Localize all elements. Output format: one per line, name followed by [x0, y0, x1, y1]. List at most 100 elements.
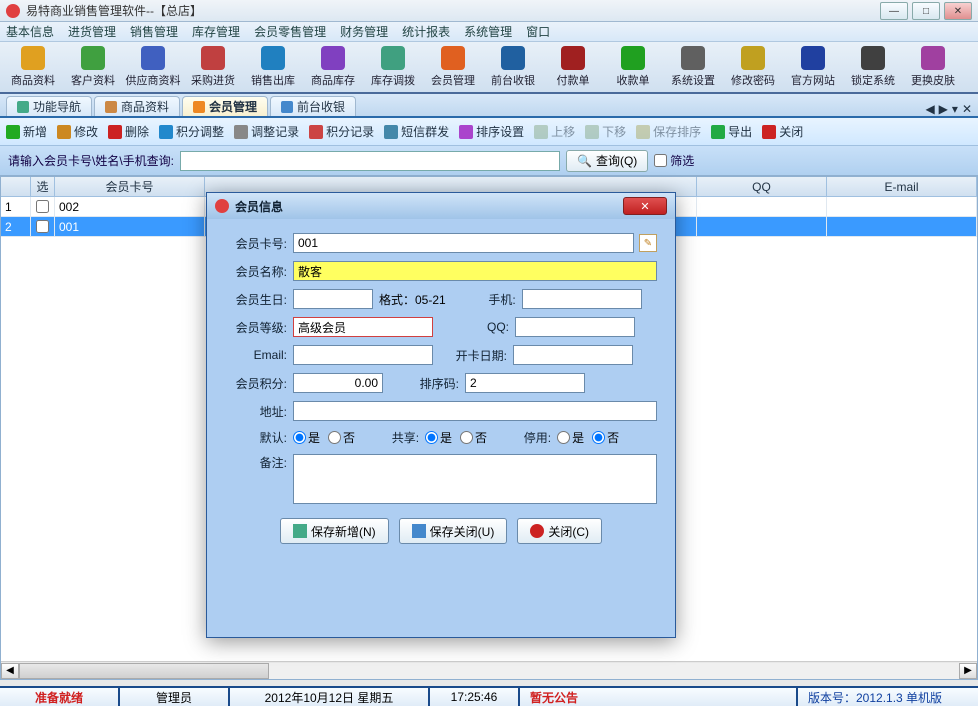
action-points-log[interactable]: 积分记录 [309, 123, 374, 140]
radio-share-yes[interactable] [425, 431, 438, 444]
tab-close-all[interactable]: ✕ [962, 102, 972, 116]
menu-member-retail[interactable]: 会员零售管理 [254, 23, 326, 40]
input-qq[interactable] [515, 317, 635, 337]
input-phone[interactable] [522, 289, 642, 309]
action-move-up[interactable]: 上移 [534, 123, 575, 140]
dialog-close-button[interactable]: ✕ [623, 197, 667, 215]
action-sms[interactable]: 短信群发 [384, 123, 449, 140]
action-close[interactable]: 关闭 [762, 123, 803, 140]
toolbar-6[interactable]: 库存调拨 [364, 43, 422, 91]
action-add[interactable]: 新增 [6, 123, 47, 140]
action-adjust-log[interactable]: 调整记录 [234, 123, 299, 140]
toolbar-icon [441, 46, 465, 70]
dialog-cancel-button[interactable]: 关闭(C) [517, 518, 602, 544]
radio-default-no[interactable] [328, 431, 341, 444]
dialog-title-bar[interactable]: 会员信息 ✕ [207, 193, 675, 219]
toolbar-1[interactable]: 客户资料 [64, 43, 122, 91]
action-move-down[interactable]: 下移 [585, 123, 626, 140]
pencil-icon [57, 125, 71, 139]
input-level[interactable] [293, 317, 433, 337]
menu-stock[interactable]: 库存管理 [192, 23, 240, 40]
toolbar-icon [201, 46, 225, 70]
toolbar-11[interactable]: 系统设置 [664, 43, 722, 91]
action-save-sort[interactable]: 保存排序 [636, 123, 701, 140]
tab-pos[interactable]: 前台收银 [270, 96, 356, 116]
recycle-icon [159, 125, 173, 139]
toolbar-13[interactable]: 官方网站 [784, 43, 842, 91]
toolbar-9[interactable]: 付款单 [544, 43, 602, 91]
action-points-adjust[interactable]: 积分调整 [159, 123, 224, 140]
toolbar-label: 官方网站 [791, 72, 835, 88]
toolbar-10[interactable]: 收款单 [604, 43, 662, 91]
radio-default-yes[interactable] [293, 431, 306, 444]
toolbar-icon [141, 46, 165, 70]
menu-sales[interactable]: 销售管理 [130, 23, 178, 40]
input-points[interactable] [293, 373, 383, 393]
col-index [1, 177, 31, 196]
menu-finance[interactable]: 财务管理 [340, 23, 388, 40]
col-card[interactable]: 会员卡号 [55, 177, 205, 196]
tab-members[interactable]: 会员管理 [182, 96, 268, 116]
scroll-thumb[interactable] [19, 663, 269, 679]
toolbar-0[interactable]: 商品资料 [4, 43, 62, 91]
tab-nav[interactable]: 功能导航 [6, 96, 92, 116]
save-new-button[interactable]: 保存新增(N) [280, 518, 389, 544]
tab-nav-left[interactable]: ◀ [925, 102, 934, 116]
input-opendate[interactable] [513, 345, 633, 365]
row-checkbox[interactable] [36, 220, 49, 233]
input-name[interactable] [293, 261, 657, 281]
maximize-button[interactable]: □ [912, 2, 940, 20]
toolbar-5[interactable]: 商品库存 [304, 43, 362, 91]
input-remark[interactable] [293, 454, 657, 504]
label-phone: 手机: [464, 291, 516, 308]
menu-purchase[interactable]: 进货管理 [68, 23, 116, 40]
input-email[interactable] [293, 345, 433, 365]
radio-share-no[interactable] [460, 431, 473, 444]
scroll-right-icon[interactable]: ▶ [959, 663, 977, 679]
scroll-left-icon[interactable]: ◀ [1, 663, 19, 679]
tab-menu-icon[interactable]: ▾ [952, 102, 958, 116]
menu-window[interactable]: 窗口 [526, 23, 550, 40]
toolbar-14[interactable]: 锁定系统 [844, 43, 902, 91]
menu-report[interactable]: 统计报表 [402, 23, 450, 40]
search-button[interactable]: 🔍查询(Q) [566, 150, 648, 172]
toolbar-label: 系统设置 [671, 72, 715, 88]
input-card[interactable] [293, 233, 634, 253]
action-sort-setting[interactable]: 排序设置 [459, 123, 524, 140]
input-sortcode[interactable] [465, 373, 585, 393]
row-index: 1 [1, 197, 31, 216]
toolbar-2[interactable]: 供应商资料 [124, 43, 182, 91]
search-input[interactable] [180, 151, 560, 171]
toolbar-icon [861, 46, 885, 70]
tab-nav-right[interactable]: ▶ [939, 102, 948, 116]
save-close-button[interactable]: 保存关闭(U) [399, 518, 508, 544]
horizontal-scrollbar[interactable]: ◀ ▶ [1, 661, 977, 679]
input-addr[interactable] [293, 401, 657, 421]
row-checkbox[interactable] [36, 200, 49, 213]
edit-icon[interactable]: ✎ [639, 234, 657, 252]
toolbar-7[interactable]: 会员管理 [424, 43, 482, 91]
toolbar-15[interactable]: 更换皮肤 [904, 43, 962, 91]
action-edit[interactable]: 修改 [57, 123, 98, 140]
toolbar-8[interactable]: 前台收银 [484, 43, 542, 91]
action-export[interactable]: 导出 [711, 123, 752, 140]
menu-basic[interactable]: 基本信息 [6, 23, 54, 40]
col-qq[interactable]: QQ [697, 177, 827, 196]
toolbar-12[interactable]: 修改密码 [724, 43, 782, 91]
close-button[interactable]: ✕ [944, 2, 972, 20]
label-addr: 地址: [225, 403, 287, 420]
filter-checkbox[interactable] [654, 154, 667, 167]
status-notice: 暂无公告 [520, 688, 798, 706]
dialog-body: 会员卡号: ✎ 会员名称: 会员生日: 格式：05-21 手机: 会员等级: Q… [207, 219, 675, 637]
col-select[interactable]: 选 [31, 177, 55, 196]
toolbar-3[interactable]: 采购进货 [184, 43, 242, 91]
action-delete[interactable]: 删除 [108, 123, 149, 140]
radio-disable-no[interactable] [592, 431, 605, 444]
col-email[interactable]: E-mail [827, 177, 977, 196]
menu-system[interactable]: 系统管理 [464, 23, 512, 40]
tab-products[interactable]: 商品资料 [94, 96, 180, 116]
radio-disable-yes[interactable] [557, 431, 570, 444]
toolbar-4[interactable]: 销售出库 [244, 43, 302, 91]
input-birthday[interactable] [293, 289, 373, 309]
minimize-button[interactable]: — [880, 2, 908, 20]
